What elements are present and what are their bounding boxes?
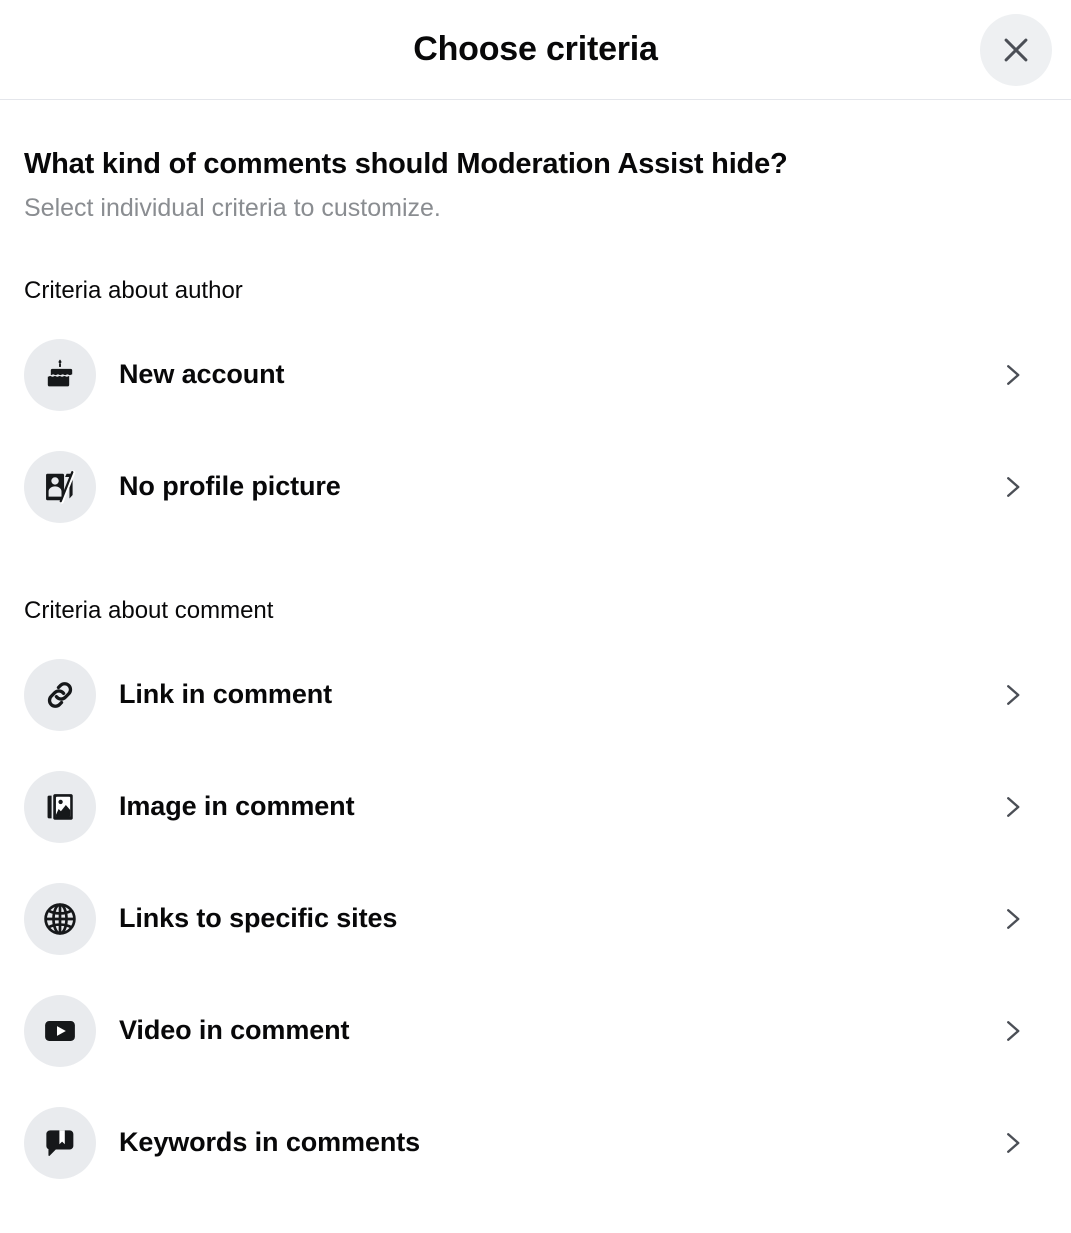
no-profile-picture-icon (24, 450, 96, 523)
chevron-right-icon[interactable] (989, 1008, 1035, 1054)
birthday-cake-icon (24, 338, 96, 411)
criteria-label: New account (119, 359, 285, 390)
chevron-right-icon[interactable] (989, 672, 1035, 718)
page-title: What kind of comments should Moderation … (24, 148, 788, 180)
criteria-row-new-account[interactable]: New account (24, 318, 1047, 431)
dialog-body: What kind of comments should Moderation … (0, 100, 1071, 1199)
criteria-label: Keywords in comments (119, 1127, 421, 1158)
image-icon (24, 770, 96, 843)
comment-bookmark-icon (24, 1106, 96, 1179)
page-subtitle: Select individual criteria to customize. (24, 194, 441, 223)
choose-criteria-dialog: Choose criteria What kind of comments sh… (0, 0, 1071, 1233)
section-label-author: Criteria about author (24, 276, 243, 304)
criteria-row-link-in-comment[interactable]: Link in comment (24, 638, 1047, 751)
criteria-row-video-in-comment[interactable]: Video in comment (24, 974, 1047, 1087)
chevron-right-icon[interactable] (989, 896, 1035, 942)
chevron-right-icon[interactable] (989, 352, 1035, 398)
criteria-row-keywords-in-comments[interactable]: Keywords in comments (24, 1086, 1047, 1199)
chevron-right-icon[interactable] (989, 464, 1035, 510)
prompt-block: What kind of comments should Moderation … (24, 100, 1047, 225)
chevron-right-icon[interactable] (989, 1120, 1035, 1166)
criteria-label: Links to specific sites (119, 903, 398, 934)
chevron-right-icon[interactable] (989, 784, 1035, 830)
globe-icon (24, 882, 96, 955)
criteria-label: Video in comment (119, 1015, 350, 1046)
criteria-row-image-in-comment[interactable]: Image in comment (24, 750, 1047, 863)
criteria-label: No profile picture (119, 471, 341, 502)
criteria-row-links-to-specific-sites[interactable]: Links to specific sites (24, 862, 1047, 975)
section-label-comment: Criteria about comment (24, 596, 274, 624)
close-button[interactable] (980, 14, 1052, 86)
criteria-label: Image in comment (119, 791, 355, 822)
video-play-icon (24, 994, 96, 1067)
dialog-header: Choose criteria (0, 0, 1071, 100)
dialog-title: Choose criteria (413, 30, 658, 68)
criteria-label: Link in comment (119, 679, 333, 710)
criteria-row-no-profile-picture[interactable]: No profile picture (24, 430, 1047, 543)
link-icon (24, 658, 96, 731)
close-icon (999, 33, 1033, 67)
